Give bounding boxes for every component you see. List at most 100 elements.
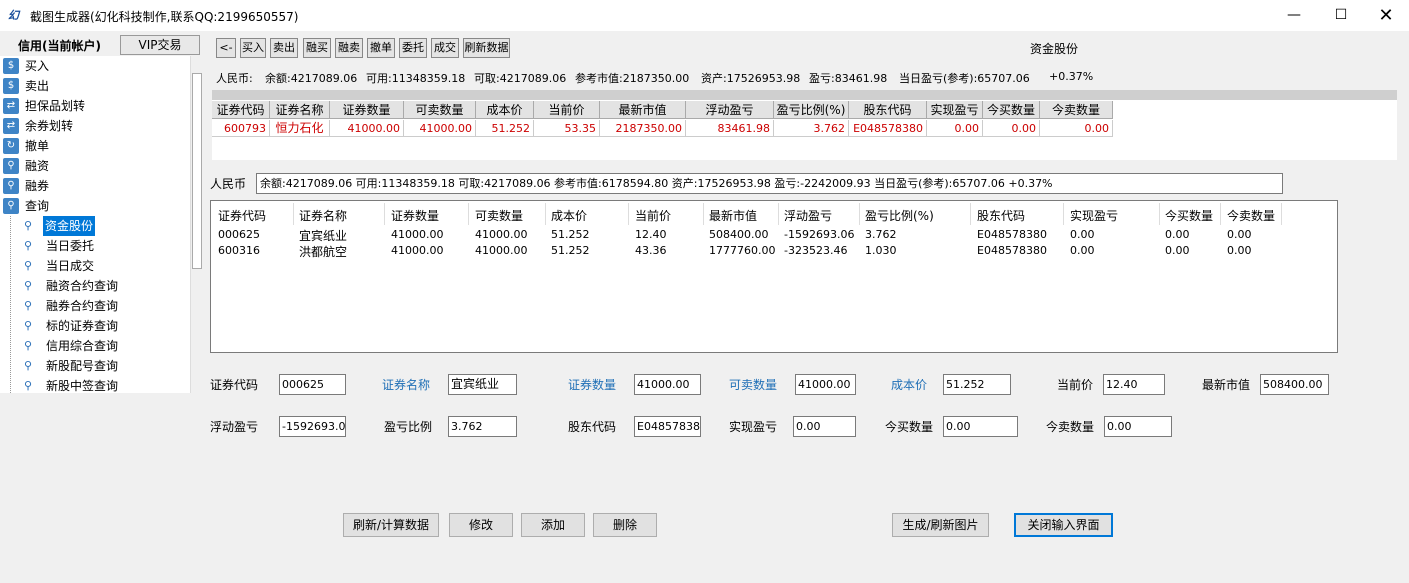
grid-cell[interactable]: 2187350.00 [600, 120, 686, 137]
grid-cell[interactable]: 41000.00 [404, 120, 476, 137]
grid-header[interactable]: 证券名称 [270, 101, 330, 119]
grid-header[interactable]: 成本价 [551, 207, 587, 224]
grid-header[interactable]: 可卖数量 [404, 101, 476, 119]
margin-sell-button[interactable]: 融卖 [335, 38, 363, 58]
grid-header[interactable]: 可卖数量 [475, 207, 523, 224]
grid-header[interactable]: 盈亏比例(%) [774, 101, 849, 119]
grid-cell[interactable]: 000625 [218, 228, 260, 241]
grid-header[interactable]: 实现盈亏 [1070, 207, 1118, 224]
grid-header[interactable]: 成本价 [476, 101, 534, 119]
grid-header[interactable]: 股东代码 [849, 101, 927, 119]
refresh-data-button[interactable]: 刷新数据 [463, 38, 510, 58]
grid-cell[interactable]: 3.762 [865, 228, 897, 241]
grid-cell[interactable]: 51.252 [551, 228, 590, 241]
maximize-icon[interactable]: ☐ [1318, 0, 1364, 31]
summary-input[interactable]: 余额:4217089.06 可用:11348359.18 可取:4217089.… [256, 173, 1283, 194]
refresh-calc-button[interactable]: 刷新/计算数据 [343, 513, 439, 537]
grid-cell[interactable]: 0.00 [1227, 228, 1252, 241]
grid-cell[interactable]: 1.030 [865, 244, 897, 257]
grid-cell[interactable]: 宜宾纸业 [299, 227, 347, 244]
grid-header[interactable]: 最新市值 [600, 101, 686, 119]
grid-cell[interactable]: 53.35 [534, 120, 600, 137]
grid-cell[interactable]: 0.00 [927, 120, 983, 137]
grid-cell[interactable]: 0.00 [1070, 228, 1095, 241]
grid-cell[interactable]: 41000.00 [330, 120, 404, 137]
grid-cell[interactable]: E048578380 [977, 244, 1047, 257]
grid-cell[interactable]: 恒力石化 [270, 120, 330, 137]
grid-header[interactable]: 浮动盈亏 [784, 207, 832, 224]
grid-header[interactable]: 浮动盈亏 [686, 101, 774, 119]
grid-cell[interactable]: 600793 [212, 120, 270, 137]
grid-cell[interactable]: 41000.00 [391, 244, 444, 257]
qty-input[interactable]: 41000.00 [634, 374, 701, 395]
delete-button[interactable]: 删除 [593, 513, 657, 537]
grid-cell[interactable]: 43.36 [635, 244, 667, 257]
grid-header[interactable]: 今买数量 [983, 101, 1040, 119]
grid-cell[interactable]: 0.00 [1227, 244, 1252, 257]
grid-header[interactable]: 当前价 [635, 207, 671, 224]
margin-buy-button[interactable]: 融买 [303, 38, 331, 58]
minimize-icon[interactable]: — [1271, 0, 1317, 31]
grid-cell[interactable]: E048578380 [849, 120, 927, 137]
buy-today-input[interactable]: 0.00 [943, 416, 1018, 437]
realized-input[interactable]: 0.00 [793, 416, 856, 437]
sell-today-input[interactable]: 0.00 [1104, 416, 1172, 437]
grid-header[interactable]: 股东代码 [977, 207, 1025, 224]
grid-cell[interactable]: -1592693.06 [784, 228, 854, 241]
grid-cell[interactable]: 51.252 [551, 244, 590, 257]
grid-cell[interactable]: 0.00 [1165, 228, 1190, 241]
grid-cell[interactable]: 600316 [218, 244, 260, 257]
close-input-button[interactable]: 关闭输入界面 [1014, 513, 1113, 537]
grid-cell[interactable]: 3.762 [774, 120, 849, 137]
grid-header[interactable]: 当前价 [534, 101, 600, 119]
grid-cell[interactable]: E048578380 [977, 228, 1047, 241]
grid-header[interactable]: 证券数量 [391, 207, 439, 224]
grid-cell[interactable]: 41000.00 [391, 228, 444, 241]
grid-cell[interactable]: 1777760.00 [709, 244, 775, 257]
cost-input[interactable]: 51.252 [943, 374, 1011, 395]
grid-cell[interactable]: 41000.00 [475, 228, 528, 241]
cancel-order-button[interactable]: 撤单 [367, 38, 395, 58]
grid-cell[interactable]: 12.40 [635, 228, 667, 241]
sell-button[interactable]: 卖出 [270, 38, 298, 58]
grid-header[interactable]: 盈亏比例(%) [865, 207, 934, 224]
grid-cell[interactable]: 83461.98 [686, 120, 774, 137]
grid-header[interactable]: 证券代码 [212, 101, 270, 119]
holder-input[interactable]: E048578380 [634, 416, 701, 437]
float-pl-input[interactable]: -1592693.06 [279, 416, 346, 437]
grid-cell[interactable]: 51.252 [476, 120, 534, 137]
grid-cell[interactable]: 0.00 [1165, 244, 1190, 257]
grid-cell[interactable]: -323523.46 [784, 244, 847, 257]
name-input[interactable]: 宜宾纸业 [448, 374, 517, 395]
grid-cell[interactable]: 0.00 [1040, 120, 1113, 137]
grid-header[interactable]: 证券数量 [330, 101, 404, 119]
edit-button[interactable]: 修改 [449, 513, 513, 537]
grid-header[interactable]: 今买数量 [1165, 207, 1213, 224]
grid-header[interactable]: 证券代码 [218, 207, 266, 224]
code-input[interactable]: 000625 [279, 374, 346, 395]
grid-cell[interactable]: 508400.00 [709, 228, 769, 241]
price-input[interactable]: 12.40 [1103, 374, 1165, 395]
code-label: 证券代码 [210, 378, 259, 392]
grid-cell[interactable]: 0.00 [983, 120, 1040, 137]
grid-header[interactable]: 最新市值 [709, 207, 757, 224]
vip-trade-button[interactable]: VIP交易 [120, 35, 200, 55]
add-button[interactable]: 添加 [521, 513, 585, 537]
pl-ratio-input[interactable]: 3.762 [448, 416, 517, 437]
market-value-input[interactable]: 508400.00 [1260, 374, 1329, 395]
grid-cell[interactable]: 洪都航空 [299, 243, 347, 260]
grid-cell[interactable]: 41000.00 [475, 244, 528, 257]
tree-scrollbar-thumb[interactable] [192, 73, 202, 269]
grid-header[interactable]: 今卖数量 [1227, 207, 1275, 224]
sellable-input[interactable]: 41000.00 [795, 374, 856, 395]
deals-button[interactable]: 成交 [431, 38, 459, 58]
generate-image-button[interactable]: 生成/刷新图片 [892, 513, 989, 537]
orders-button[interactable]: 委托 [399, 38, 427, 58]
grid-header[interactable]: 证券名称 [299, 207, 347, 224]
buy-button[interactable]: 买入 [240, 38, 266, 58]
grid-cell[interactable]: 0.00 [1070, 244, 1095, 257]
close-icon[interactable]: ✕ [1363, 0, 1409, 31]
grid-header[interactable]: 今卖数量 [1040, 101, 1113, 119]
back-button[interactable]: <- [216, 38, 236, 58]
grid-header[interactable]: 实现盈亏 [927, 101, 983, 119]
